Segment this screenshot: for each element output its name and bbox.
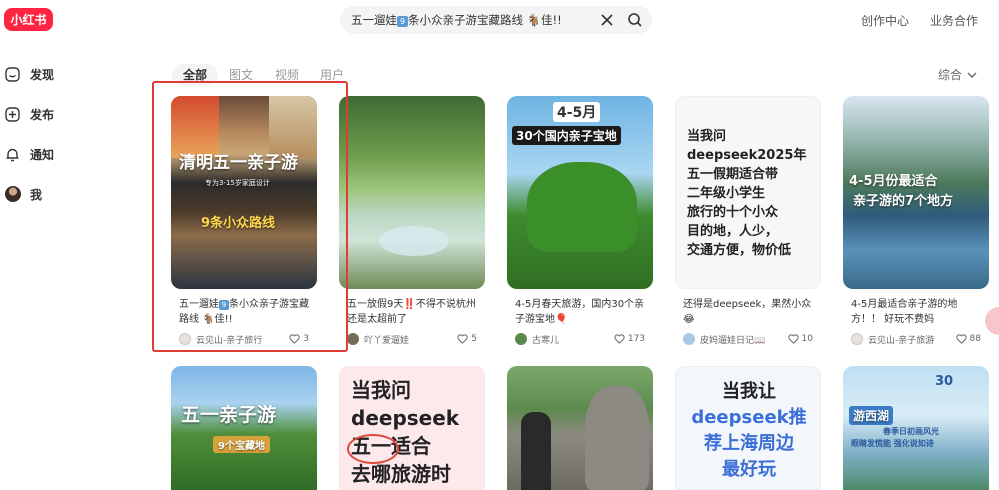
like-button[interactable]: 88 [955,334,981,344]
like-button[interactable]: 173 [614,334,645,344]
note-card[interactable]: 4-5月 30个国内亲子宝地 4-5月春天旅游，国内30个亲子游宝地🎈 古寒儿 … [507,96,653,346]
like-button[interactable]: 10 [787,334,813,344]
note-card[interactable]: 当我问 deepseek 五一适合 去哪旅游时 [339,366,485,490]
note-cover[interactable]: 清明五一亲子游 专为3-15岁家庭设计 9条小众路线 [171,96,317,289]
sidebar-item-label: 发现 [30,67,55,82]
note-cover[interactable] [339,96,485,289]
author-avatar[interactable] [851,333,863,345]
note-cover[interactable]: 当我问 deepseek 五一适合 去哪旅游时 [339,366,485,490]
sidebar-item-label: 发布 [30,107,55,122]
author-avatar[interactable] [515,333,527,345]
discover-icon [4,66,21,83]
sort-label: 综合 [938,68,963,82]
note-title[interactable]: 还得是deepseek，果然小众😂 [675,298,821,327]
author-avatar[interactable] [683,333,695,345]
heart-icon [289,334,300,344]
like-button[interactable]: 3 [289,334,309,344]
note-card[interactable]: 30 游西湖 春季日初画风光 眼睛发慌能 强化说如诗 [843,366,989,490]
note-cover[interactable]: 五一亲子游 9个宝藏地 [171,366,317,490]
note-card[interactable]: 五一亲子游 9个宝藏地 [171,366,317,490]
close-icon[interactable] [600,13,614,27]
sidebar-item-me[interactable]: 我 [4,184,42,204]
sort-dropdown[interactable]: 综合 [938,64,978,86]
note-card[interactable]: 当我让 deepseek推 荐上海周边 最好玩 [675,366,821,490]
note-card[interactable]: 当我问 deepseek2025年 五一假期适合带 二年级小学生 旅行的十个小众… [675,96,821,346]
sidebar-item-label: 我 [30,187,43,202]
author-name[interactable]: 皮妈遛娃日记📖 [700,333,788,346]
search-bar[interactable]: 五一遛娃 9 条小众亲子游宝藏路线 🐐佳!! [340,6,652,34]
note-title[interactable]: 4-5月最适合亲子游的地方！！ 好玩不费妈 [843,298,989,327]
tab-users[interactable]: 用户 [320,64,344,86]
like-button[interactable]: 5 [457,334,477,344]
author-name[interactable]: 古寒儿 [532,333,614,346]
creator-center-link[interactable]: 创作中心 [861,12,909,29]
avatar [4,186,21,202]
heart-icon [787,334,799,344]
sidebar-item-notifications[interactable]: 通知 [4,144,54,164]
author-name[interactable]: 云见山-亲子旅行 [196,333,289,346]
tab-video[interactable]: 视频 [275,64,299,86]
sidebar-item-label: 通知 [30,147,55,162]
note-card[interactable]: 五一放假9天‼️不得不说杭州还是太超前了 吖丫爱遛娃 5 [339,96,485,346]
xiaohongshu-logo[interactable]: 小红书 [4,8,53,31]
sidebar-item-publish[interactable]: 发布 [4,104,54,124]
note-card[interactable]: 4-5月份最适合 亲子游的7个地方 4-5月最适合亲子游的地方！！ 好玩不费妈 … [843,96,989,346]
note-card[interactable]: 清明五一亲子游 专为3-15岁家庭设计 9条小众路线 五一遛娃 9 条小众亲子游宝藏… [171,96,317,346]
search-icon[interactable] [627,12,643,28]
note-title[interactable]: 五一遛娃 9 条小众亲子游宝藏路线 🐐佳!! [171,298,317,327]
chevron-down-icon [967,72,977,78]
author-avatar[interactable] [179,333,191,345]
note-cover[interactable]: 当我让 deepseek推 荐上海周边 最好玩 [675,366,821,490]
business-link[interactable]: 业务合作 [930,12,978,29]
note-cover[interactable] [507,366,653,490]
note-cover[interactable]: 4-5月份最适合 亲子游的7个地方 [843,96,989,289]
bell-icon [4,146,21,163]
note-card[interactable] [507,366,653,490]
note-title[interactable]: 五一放假9天‼️不得不说杭州还是太超前了 [339,298,485,327]
tab-image-text[interactable]: 图文 [229,64,253,86]
note-cover[interactable]: 30 游西湖 春季日初画风光 眼睛发慌能 强化说如诗 [843,366,989,490]
heart-icon [955,334,967,344]
author-name[interactable]: 云见山-亲子旅游 [868,333,956,346]
publish-icon [4,106,21,123]
sidebar-item-discover[interactable]: 发现 [4,64,54,84]
note-cover[interactable]: 4-5月 30个国内亲子宝地 [507,96,653,289]
heart-icon [614,334,625,344]
note-title[interactable]: 4-5月春天旅游，国内30个亲子游宝地🎈 [507,298,653,327]
tab-all[interactable]: 全部 [172,64,219,86]
author-name[interactable]: 吖丫爱遛娃 [364,333,457,346]
note-cover[interactable]: 当我问 deepseek2025年 五一假期适合带 二年级小学生 旅行的十个小众… [675,96,821,289]
heart-icon [457,334,468,344]
author-avatar[interactable] [347,333,359,345]
